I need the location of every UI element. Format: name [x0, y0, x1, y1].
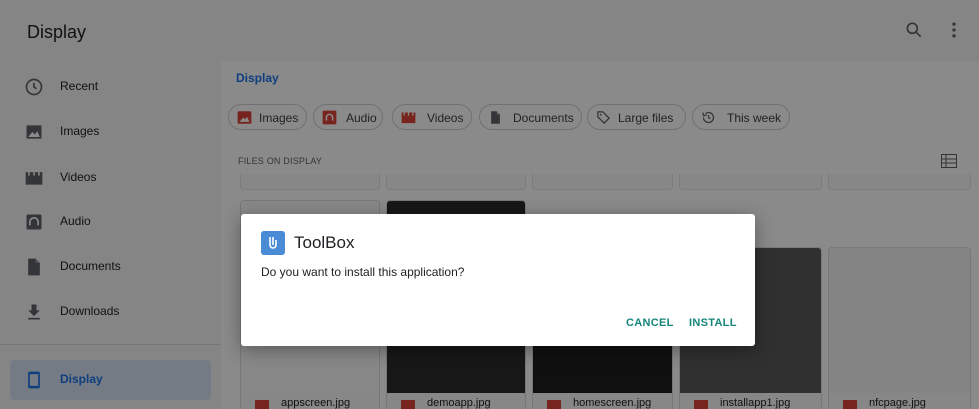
- cancel-button[interactable]: CANCEL: [626, 317, 674, 329]
- dialog-app-name: ToolBox: [294, 233, 355, 252]
- install-button[interactable]: INSTALL: [689, 317, 737, 329]
- dialog-message: Do you want to install this application?: [261, 265, 465, 279]
- modal-scrim[interactable]: [0, 0, 979, 409]
- install-dialog: ToolBox Do you want to install this appl…: [241, 214, 755, 346]
- toolbox-app-icon: [261, 231, 285, 255]
